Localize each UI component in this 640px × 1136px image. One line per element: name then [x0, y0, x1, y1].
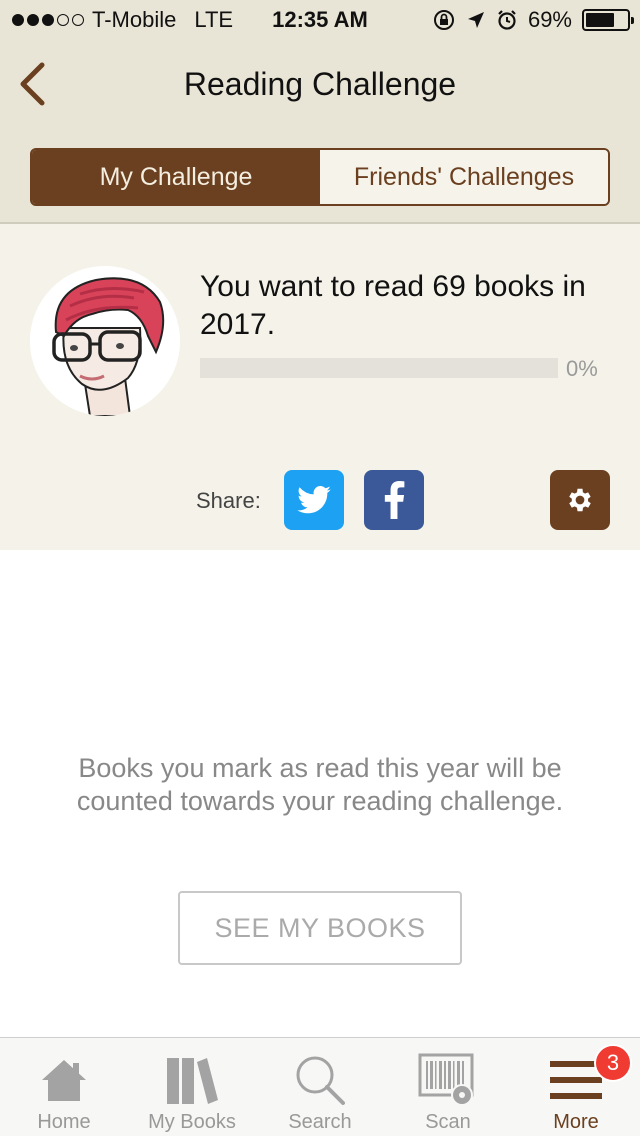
avatar[interactable]: [30, 266, 180, 416]
share-label: Share:: [196, 488, 261, 513]
tab-scan[interactable]: Scan: [384, 1038, 512, 1136]
battery-icon: [582, 9, 634, 31]
tab-my-challenge[interactable]: My Challenge: [32, 150, 320, 204]
navigation-bar: Reading Challenge: [0, 40, 640, 130]
challenge-panel: You want to read 69 books in 2017. 0% Sh…: [0, 224, 640, 550]
location-arrow-icon: [467, 12, 484, 28]
tab-home[interactable]: Home: [0, 1038, 128, 1136]
home-icon: [42, 1060, 86, 1101]
tab-friends-challenges[interactable]: Friends' Challenges: [320, 150, 608, 204]
books-icon: [167, 1058, 218, 1104]
reading-goal-text: You want to read 69 books in 2017.: [200, 270, 586, 341]
alarm-icon: [498, 10, 516, 30]
twitter-icon: [297, 486, 331, 514]
empty-state-message: Books you mark as read this year will be…: [76, 753, 564, 816]
challenge-segmented-control: My Challenge Friends' Challenges: [30, 148, 610, 206]
tab-my-books-label: My Books: [148, 1111, 236, 1133]
status-bar: T-Mobile LTE 12:35 AM 69%: [0, 0, 640, 40]
tab-search-label: Search: [288, 1111, 352, 1133]
search-icon: [296, 1056, 345, 1105]
tab-home-label: Home: [37, 1111, 91, 1133]
battery-percent: 69%: [527, 7, 572, 32]
tab-more-label: More: [553, 1111, 599, 1133]
tab-scan-label: Scan: [425, 1111, 471, 1133]
page-title: Reading Challenge: [183, 66, 457, 102]
tab-search[interactable]: Search: [256, 1038, 384, 1136]
tab-my-books[interactable]: My Books: [128, 1038, 256, 1136]
gear-icon: [569, 488, 591, 512]
share-facebook-button[interactable]: [364, 470, 424, 530]
share-twitter-button[interactable]: [284, 470, 344, 530]
challenge-settings-button[interactable]: [550, 470, 610, 530]
see-my-books-button[interactable]: SEE MY BOOKS: [178, 891, 462, 965]
barcode-scan-icon: [418, 1053, 474, 1106]
tab-bar: Home My Books Search Scan More: [0, 1037, 640, 1136]
avatar-illustration: [30, 266, 180, 416]
reading-progress-percent: 0%: [566, 356, 598, 381]
rotation-lock-icon: [433, 10, 454, 30]
reading-progress-bar: [200, 358, 558, 378]
notification-badge: 3: [594, 1044, 632, 1082]
facebook-icon: [384, 481, 405, 519]
